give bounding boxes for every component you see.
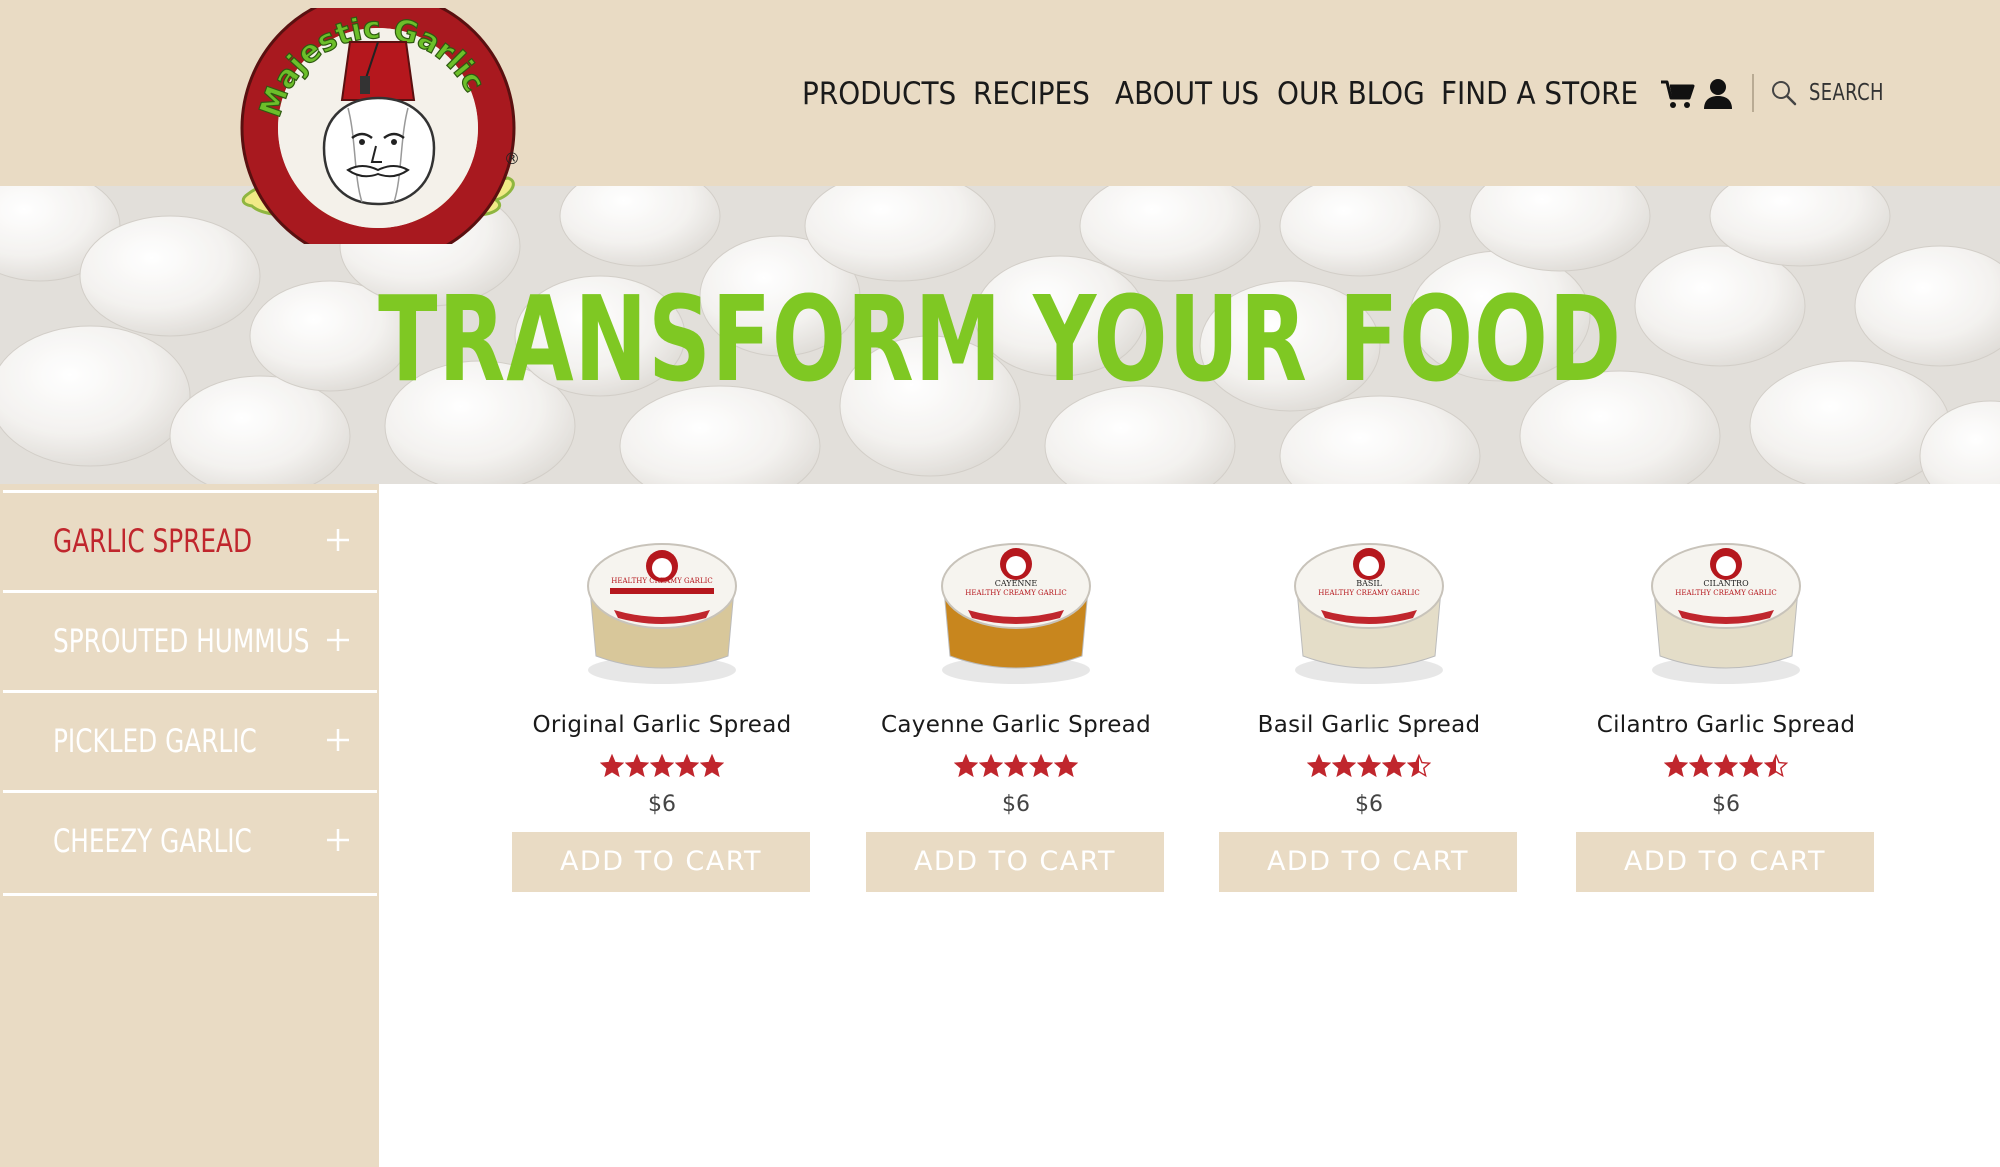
cart-icon[interactable] xyxy=(1660,78,1696,110)
add-to-cart-button[interactable]: ADD TO CART xyxy=(512,832,810,892)
product-price: $6 xyxy=(1712,792,1740,817)
product-image[interactable]: BASIL HEALTHY CREAMY GARLIC xyxy=(1281,530,1457,690)
svg-text:HEALTHY CREAMY GARLIC: HEALTHY CREAMY GARLIC xyxy=(1675,589,1776,597)
plus-icon[interactable] xyxy=(325,827,351,853)
header-divider xyxy=(1752,74,1754,112)
sidebar-item-sprouted-hummus[interactable]: SPROUTED HUMMUS xyxy=(3,590,377,686)
product-image[interactable]: HEALTHY CREAMY GARLIC xyxy=(574,530,750,690)
rating-stars xyxy=(1219,754,1519,784)
star-icon xyxy=(600,754,624,778)
product-price: $6 xyxy=(648,792,676,817)
product-price: $6 xyxy=(1355,792,1383,817)
star-icon xyxy=(1357,754,1381,778)
product-name[interactable]: Basil Garlic Spread xyxy=(1219,712,1519,738)
star-icon xyxy=(1739,754,1763,778)
plus-icon[interactable] xyxy=(325,627,351,653)
plus-icon[interactable] xyxy=(325,727,351,753)
svg-text:HEALTHY CREAMY GARLIC: HEALTHY CREAMY GARLIC xyxy=(965,589,1066,597)
sidebar-item-label: GARLIC SPREAD xyxy=(53,522,253,560)
star-icon xyxy=(1764,754,1788,778)
star-icon xyxy=(954,754,978,778)
star-icon xyxy=(675,754,699,778)
star-icon xyxy=(1029,754,1053,778)
add-to-cart-button[interactable]: ADD TO CART xyxy=(1576,832,1874,892)
sidebar-item-cheezy-garlic[interactable]: CHEEZY GARLIC xyxy=(3,790,377,886)
rating-stars xyxy=(512,754,812,784)
product-name[interactable]: Cayenne Garlic Spread xyxy=(866,712,1166,738)
sidebar-item-label: CHEEZY GARLIC xyxy=(53,822,252,860)
star-icon xyxy=(1307,754,1331,778)
star-icon xyxy=(625,754,649,778)
svg-text:HEALTHY CREAMY GARLIC: HEALTHY CREAMY GARLIC xyxy=(1318,589,1419,597)
product-price: $6 xyxy=(1002,792,1030,817)
star-icon xyxy=(700,754,724,778)
search-icon[interactable] xyxy=(1771,80,1797,106)
star-icon xyxy=(1054,754,1078,778)
product-card-cilantro: CILANTRO HEALTHY CREAMY GARLIC Cilantro … xyxy=(1576,530,1876,910)
svg-text:BASIL: BASIL xyxy=(1356,579,1382,588)
product-name[interactable]: Original Garlic Spread xyxy=(512,712,812,738)
nav-our-blog[interactable]: OUR BLOG xyxy=(1277,70,1425,118)
star-icon xyxy=(1332,754,1356,778)
nav-products[interactable]: PRODUCTS xyxy=(802,70,956,118)
user-icon[interactable] xyxy=(1703,78,1733,110)
add-to-cart-button[interactable]: ADD TO CART xyxy=(1219,832,1517,892)
sidebar-item-label: SPROUTED HUMMUS xyxy=(53,622,310,660)
star-icon xyxy=(1382,754,1406,778)
star-icon xyxy=(1407,754,1431,778)
product-image[interactable]: CAYENNE HEALTHY CREAMY GARLIC xyxy=(928,530,1104,690)
product-name[interactable]: Cilantro Garlic Spread xyxy=(1576,712,1876,738)
sidebar-item-label: PICKLED GARLIC xyxy=(53,722,257,760)
sidebar-item-garlic-spread[interactable]: GARLIC SPREAD xyxy=(3,490,377,586)
plus-icon[interactable] xyxy=(325,527,351,553)
brand-logo[interactable]: Majestic Garlic ® xyxy=(238,0,528,266)
sidebar-divider xyxy=(3,893,377,896)
product-card-basil: BASIL HEALTHY CREAMY GARLIC Basil Garlic… xyxy=(1219,530,1519,910)
product-image[interactable]: CILANTRO HEALTHY CREAMY GARLIC xyxy=(1638,530,1814,690)
search-input[interactable]: SEARCH xyxy=(1809,76,1884,110)
svg-text:CILANTRO: CILANTRO xyxy=(1703,579,1749,588)
nav-find-a-store[interactable]: FIND A STORE xyxy=(1441,70,1638,118)
nav-about-us[interactable]: ABOUT US xyxy=(1115,70,1259,118)
rating-stars xyxy=(866,754,1166,784)
star-icon xyxy=(1689,754,1713,778)
hero-title: TRANSFORM YOUR FOOD xyxy=(378,270,1622,408)
add-to-cart-button[interactable]: ADD TO CART xyxy=(866,832,1164,892)
star-icon xyxy=(1714,754,1738,778)
star-icon xyxy=(1664,754,1688,778)
star-icon xyxy=(1004,754,1028,778)
nav-recipes[interactable]: RECIPES xyxy=(973,70,1090,118)
star-icon xyxy=(979,754,1003,778)
svg-text:HEALTHY CREAMY GARLIC: HEALTHY CREAMY GARLIC xyxy=(611,577,712,585)
svg-text:CAYENNE: CAYENNE xyxy=(995,579,1038,588)
rating-stars xyxy=(1576,754,1876,784)
star-icon xyxy=(650,754,674,778)
registered-mark: ® xyxy=(504,149,520,168)
product-card-cayenne: CAYENNE HEALTHY CREAMY GARLIC Cayenne Ga… xyxy=(866,530,1166,910)
sidebar-item-pickled-garlic[interactable]: PICKLED GARLIC xyxy=(3,690,377,786)
product-card-original: HEALTHY CREAMY GARLIC Original Garlic Sp… xyxy=(512,530,812,910)
